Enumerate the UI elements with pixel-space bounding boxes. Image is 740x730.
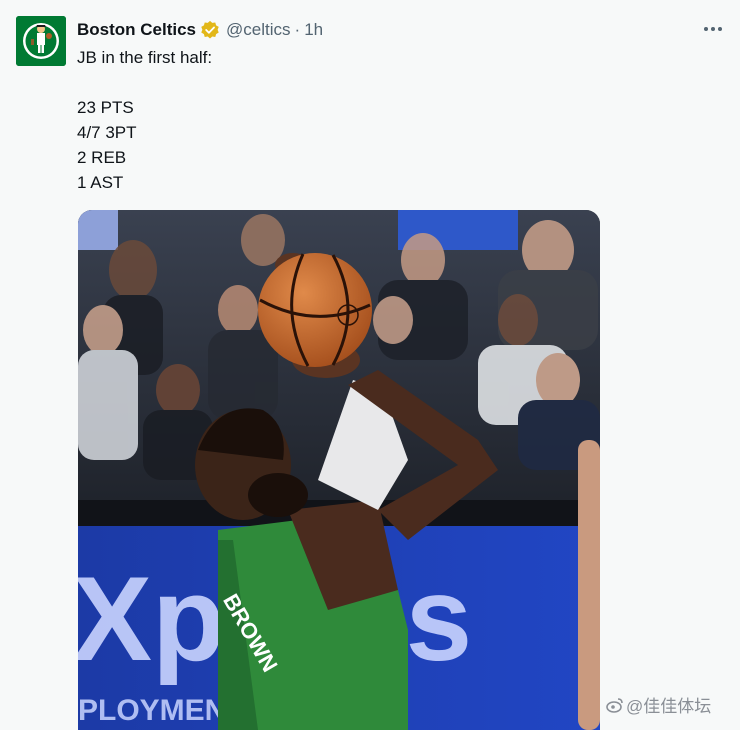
player-shooting-photo: Xpress PLOYMENT PR NALS BROWN bbox=[78, 210, 600, 730]
tweet-photo[interactable]: Xpress PLOYMENT PR NALS BROWN bbox=[78, 210, 600, 730]
author-name[interactable]: Boston Celtics bbox=[77, 20, 196, 40]
more-options-icon bbox=[704, 27, 722, 31]
tweet-header: Boston Celtics @celtics · 1h bbox=[77, 18, 323, 42]
celtics-logo-icon bbox=[16, 16, 66, 66]
watermark-text: @佳佳体坛 bbox=[626, 697, 712, 716]
tweet-text-line: 1 AST bbox=[77, 173, 124, 192]
author-avatar[interactable] bbox=[16, 16, 66, 66]
watermark: @佳佳体坛 bbox=[606, 692, 711, 717]
verified-badge-icon bbox=[201, 20, 219, 39]
tweet-text-line bbox=[77, 70, 677, 95]
tweet-timestamp[interactable]: 1h bbox=[304, 20, 323, 40]
more-options-button[interactable] bbox=[700, 18, 726, 40]
tweet-text-line: 2 REB bbox=[77, 148, 127, 167]
tweet-text-line: 23 PTS bbox=[77, 98, 134, 117]
tweet-text-line: 4/7 3PT bbox=[77, 123, 137, 142]
author-handle[interactable]: @celtics bbox=[226, 20, 291, 40]
separator-dot: · bbox=[294, 20, 301, 39]
tweet: Boston Celtics @celtics · 1h JB in the f… bbox=[0, 0, 740, 730]
tweet-text-line: JB in the first half: bbox=[77, 48, 213, 67]
weibo-icon bbox=[606, 697, 623, 713]
tweet-text: JB in the first half: 23 PTS 4/7 3PT 2 R… bbox=[77, 45, 677, 195]
